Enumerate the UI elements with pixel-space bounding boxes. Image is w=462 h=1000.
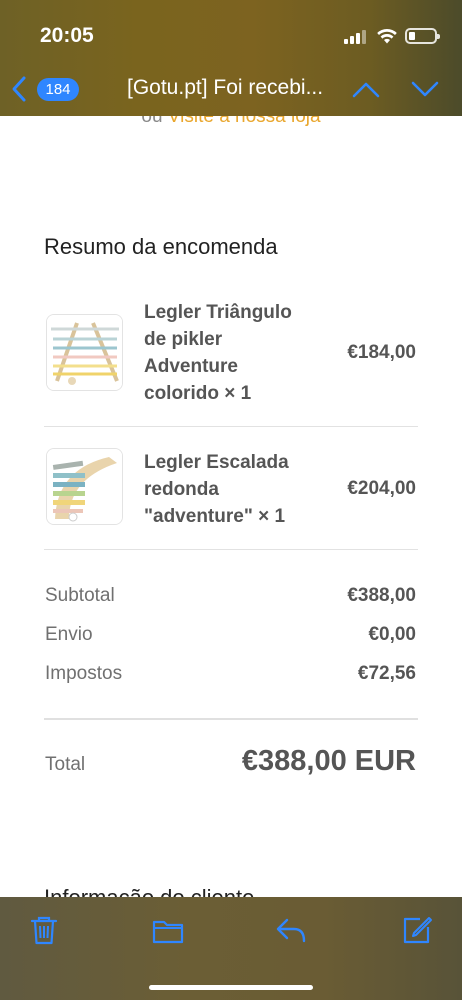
shipping-label: Envio — [45, 624, 93, 645]
product-price: €184,00 — [347, 342, 416, 363]
mail-nav-bar: 184 [Gotu.pt] Foi recebi... — [0, 62, 462, 116]
total-label: Total — [45, 754, 86, 775]
reply-icon[interactable] — [274, 913, 308, 947]
trash-icon[interactable] — [27, 913, 61, 947]
home-indicator[interactable] — [149, 985, 313, 990]
total-divider — [44, 718, 418, 720]
email-subject: [Gotu.pt] Foi recebi... — [127, 76, 324, 99]
taxes-label: Impostos — [45, 663, 123, 684]
total-value: €388,00 EUR — [241, 745, 416, 777]
product-image — [46, 314, 123, 391]
status-time: 20:05 — [40, 24, 94, 47]
taxes-value: €72,56 — [357, 663, 416, 684]
previous-message-icon[interactable] — [351, 78, 381, 100]
subtotal-value: €388,00 — [347, 585, 416, 606]
bottom-toolbar — [0, 897, 462, 1000]
subtotal-label: Subtotal — [45, 585, 115, 606]
product-name: Legler Triângulo de pikler Adventure col… — [144, 302, 292, 404]
battery-icon — [405, 28, 440, 44]
top-bar: 20:05 184 [Gotu.pt] Foi recebi... — [0, 0, 462, 116]
wifi-icon — [377, 28, 397, 44]
unread-count-badge[interactable]: 184 — [37, 78, 79, 101]
order-summary-title: Resumo da encomenda — [44, 234, 278, 259]
next-message-icon[interactable] — [410, 78, 440, 100]
signal-icon — [344, 30, 366, 44]
compose-icon[interactable] — [400, 913, 434, 947]
product-name: Legler Escalada redonda "adventure" × 1 — [144, 452, 289, 527]
taxes-row: Impostos €72,56 — [44, 663, 416, 691]
order-item: Legler Escalada redonda "adventure" × 1 … — [44, 447, 418, 551]
total-row: Total €388,00 EUR — [44, 744, 416, 784]
shipping-value: €0,00 — [368, 624, 416, 645]
order-item: Legler Triângulo de pikler Adventure col… — [44, 297, 418, 425]
item-divider — [44, 426, 418, 427]
product-image — [46, 448, 123, 525]
subtotal-row: Subtotal €388,00 — [44, 585, 416, 613]
shipping-row: Envio €0,00 — [44, 624, 416, 652]
items-end-divider — [44, 549, 418, 550]
folder-icon[interactable] — [151, 913, 185, 947]
product-price: €204,00 — [347, 478, 416, 499]
status-bar: 20:05 — [0, 0, 462, 62]
back-chevron-icon[interactable] — [8, 74, 30, 104]
